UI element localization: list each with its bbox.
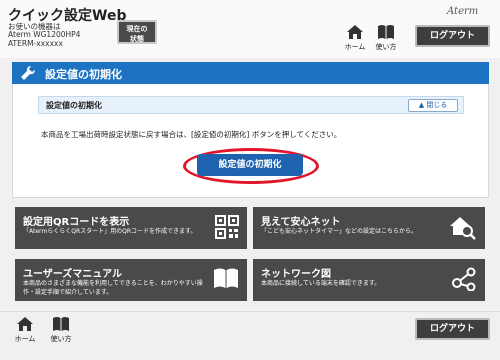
footer-help-button[interactable]: 使い方 xyxy=(48,316,74,346)
tile-user-manual[interactable]: ユーザーズマニュアル 本商品のさまざまな機能を利用してできることを、わかりやすい… xyxy=(15,259,247,301)
network-icon xyxy=(452,267,476,291)
footer-logout-button[interactable]: ログアウト xyxy=(415,318,490,340)
tile-desc: 本商品に接続している端末を確認できます。 xyxy=(261,280,381,287)
home-nav-button[interactable]: ホーム xyxy=(342,24,368,52)
tile-title: 見えて安心ネット xyxy=(261,217,341,228)
subsection-title: 設定値の初期化 xyxy=(46,101,102,110)
section-title: 設定値の初期化 xyxy=(45,68,122,81)
house-search-icon xyxy=(450,217,476,240)
section-header: 設定値の初期化 xyxy=(12,62,489,84)
qr-code-icon xyxy=(215,215,239,239)
caret-up-icon: ▲ xyxy=(418,101,425,109)
logout-button[interactable]: ログアウト xyxy=(415,25,490,47)
help-nav-button[interactable]: 使い方 xyxy=(373,24,399,52)
factory-reset-button[interactable]: 設定値の初期化 xyxy=(197,154,303,176)
tile-desc: 「AtermらくらくQRスタート」用のQRコードを作成できます。 xyxy=(23,228,197,235)
tile-desc: 「こども安心ネットタイマー」などの設定はこちらから。 xyxy=(261,228,418,235)
close-button[interactable]: ▲ 閉じる xyxy=(408,99,458,112)
help-label: 使い方 xyxy=(50,335,72,343)
tile-desc: 本商品のさまざまな機能を利用してできることを、わかりやすい操作・設定手順で紹介し… xyxy=(23,280,203,296)
home-label: ホーム xyxy=(344,43,366,51)
brand-logo: Aterm xyxy=(447,6,479,17)
description-text: 本商品を工場出荷時設定状態に戻す場合は、[設定値の初期化] ボタンを押してくださ… xyxy=(41,130,342,139)
tile-title: ネットワーク図 xyxy=(261,269,331,280)
help-label: 使い方 xyxy=(375,43,397,51)
current-status-button[interactable]: 現在の 状態 xyxy=(117,20,157,44)
home-icon xyxy=(347,25,363,39)
home-icon xyxy=(17,317,33,331)
home-label: ホーム xyxy=(14,335,36,343)
device-id: ATERM-xxxxxx xyxy=(8,39,63,48)
header: クイック設定Web お使いの機器は Aterm WG1200HP4 ATERM-… xyxy=(0,0,500,58)
wrench-icon xyxy=(21,65,36,80)
book-icon xyxy=(378,25,394,39)
footer-divider xyxy=(0,311,500,312)
close-label: 閉じる xyxy=(426,101,448,109)
book-icon xyxy=(214,268,238,288)
footer-home-button[interactable]: ホーム xyxy=(12,316,38,346)
tile-title: 設定用QRコードを表示 xyxy=(23,217,130,228)
tile-title: ユーザーズマニュアル xyxy=(23,269,122,280)
tile-mieta-anshin-net[interactable]: 見えて安心ネット 「こども安心ネットタイマー」などの設定はこちらから。 xyxy=(253,207,485,249)
device-model: Aterm WG1200HP4 xyxy=(8,30,81,39)
book-icon xyxy=(53,317,69,331)
tile-network-map[interactable]: ネットワーク図 本商品に接続している端末を確認できます。 xyxy=(253,259,485,301)
tile-qr-code[interactable]: 設定用QRコードを表示 「AtermらくらくQRスタート」用のQRコードを作成で… xyxy=(15,207,247,249)
